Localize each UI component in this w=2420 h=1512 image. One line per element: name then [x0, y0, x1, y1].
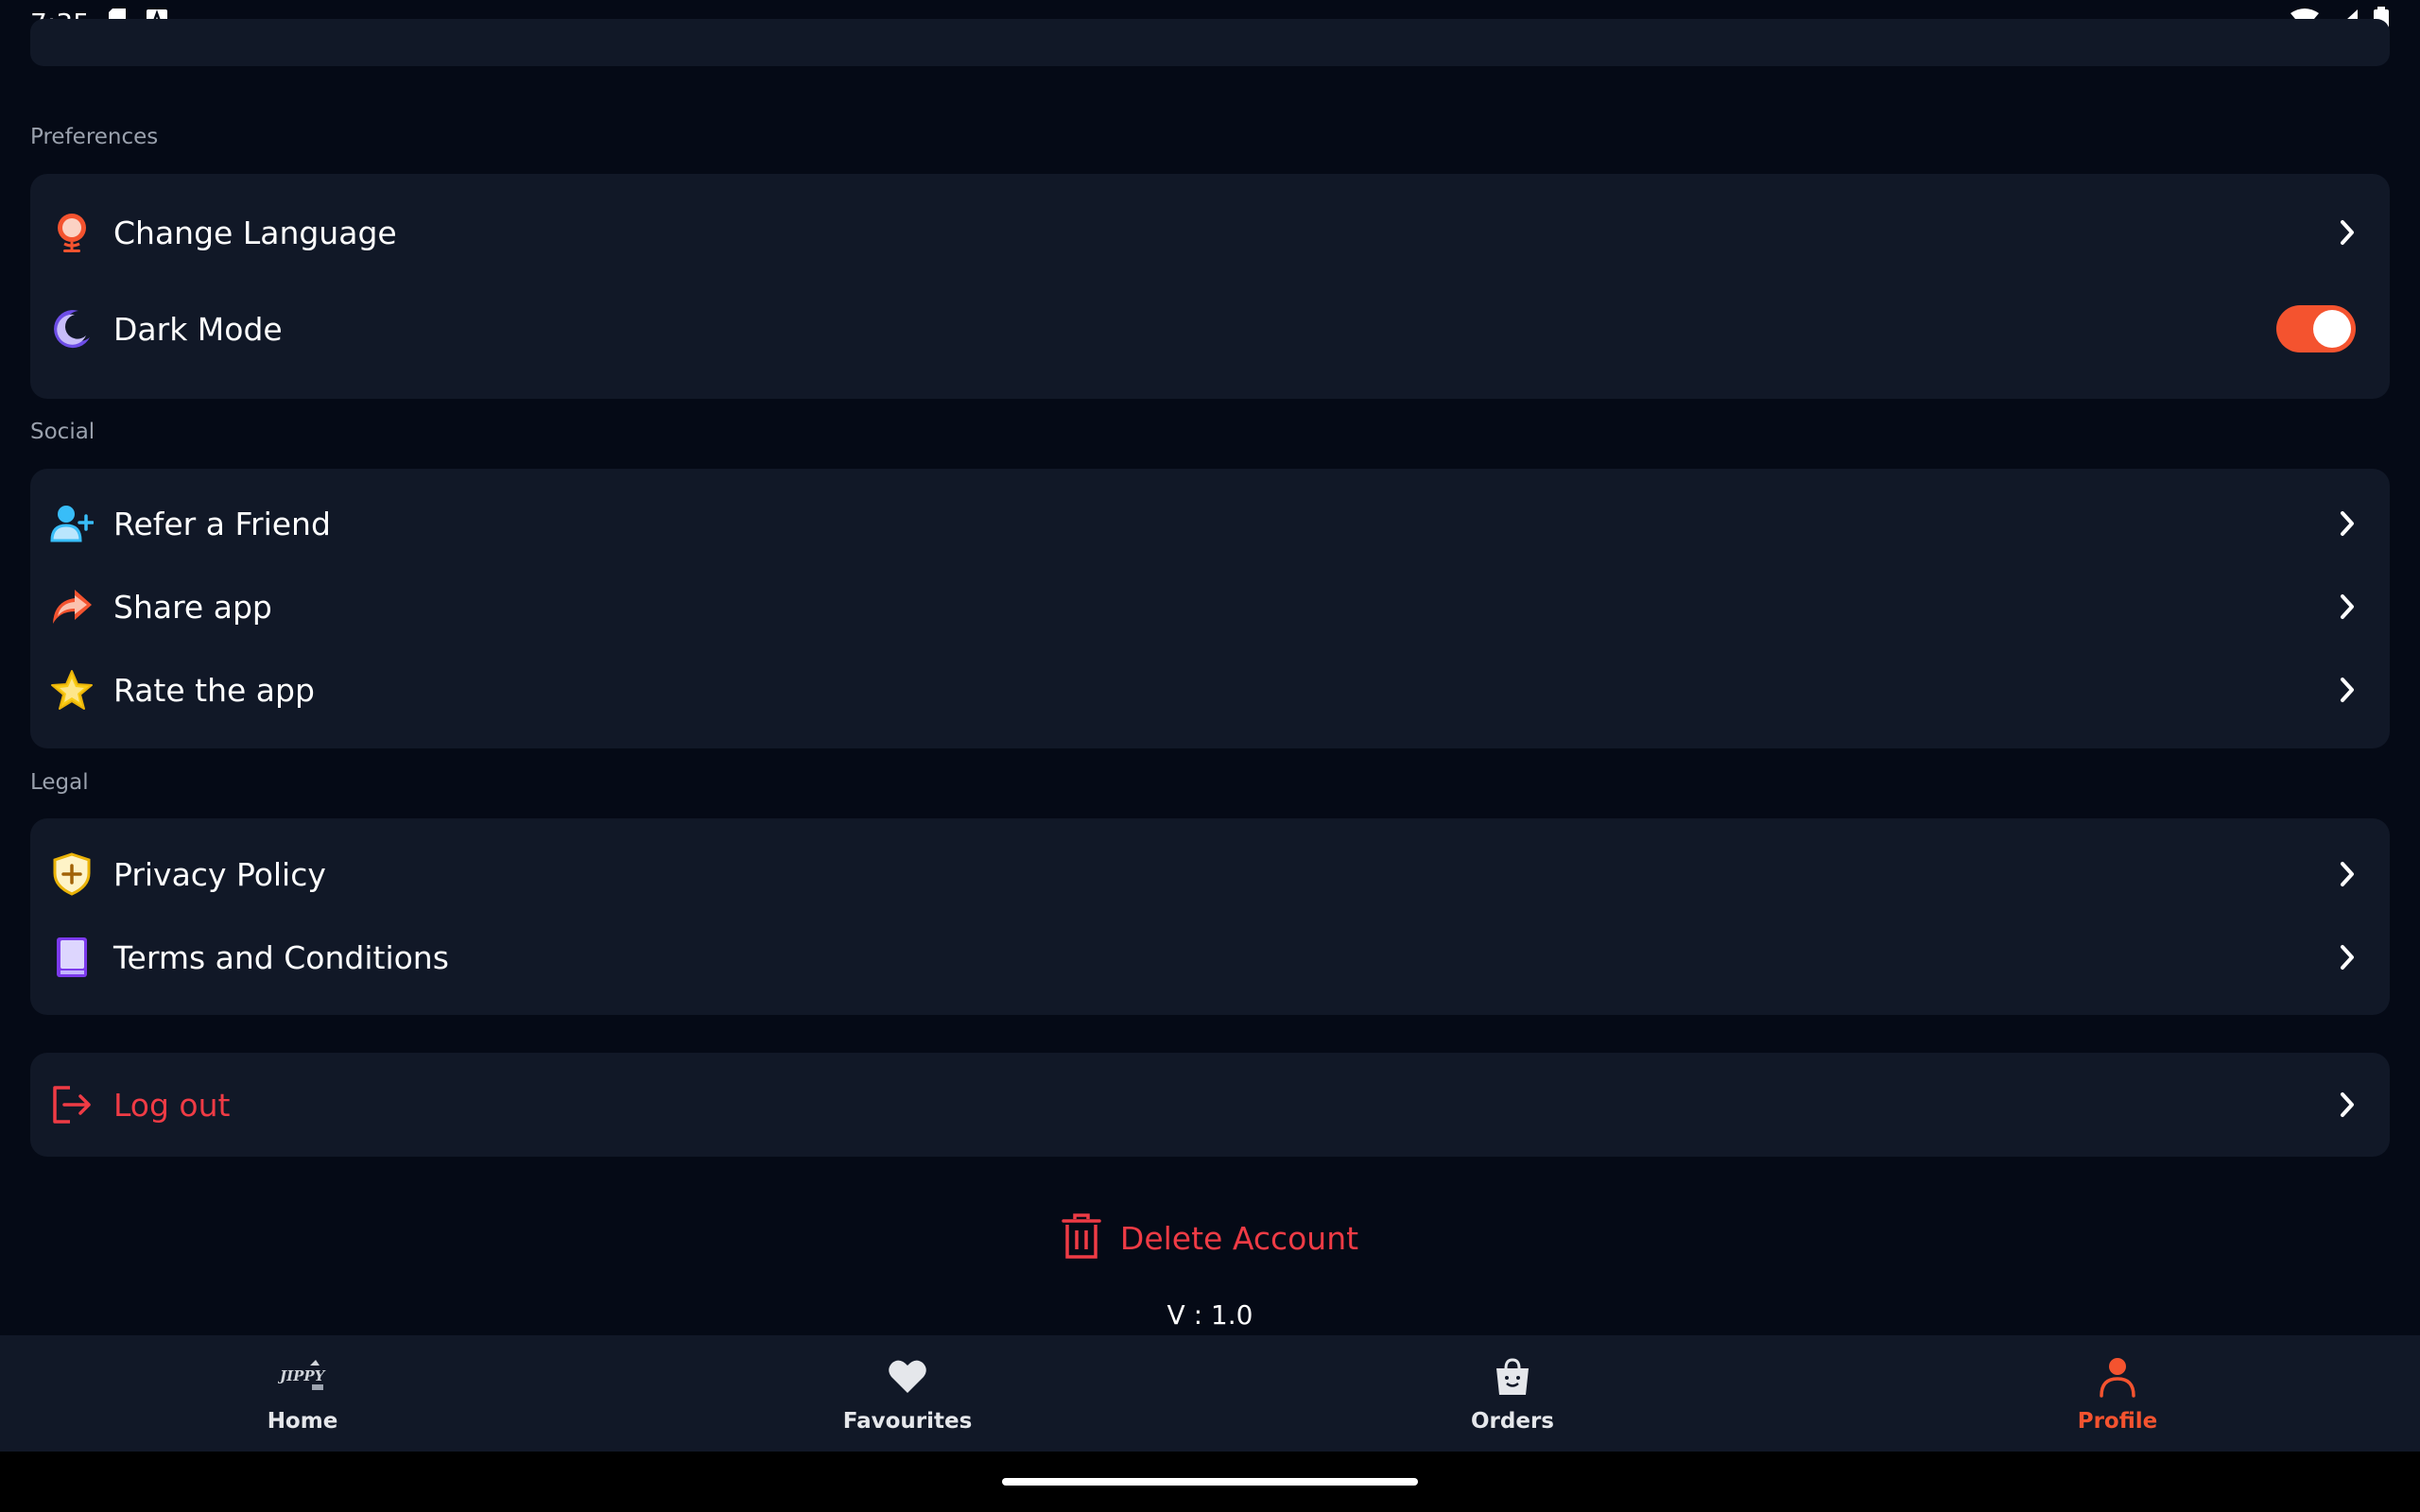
- globe-icon: [49, 210, 95, 255]
- chevron-right-icon: [2333, 507, 2361, 541]
- section-title-preferences: Preferences: [30, 125, 159, 149]
- social-card: Refer a Friend Share app Rate the app: [30, 469, 2390, 748]
- add-user-icon: [49, 501, 95, 546]
- system-gesture-area: [0, 1452, 2420, 1512]
- terms-conditions-row[interactable]: Terms and Conditions: [30, 919, 2390, 995]
- app-version: V : 1.0: [1167, 1299, 1253, 1331]
- logout-label: Log out: [113, 1086, 231, 1124]
- nav-orders-label: Orders: [1471, 1409, 1554, 1434]
- refer-friend-label: Refer a Friend: [113, 505, 331, 542]
- nav-home-label: Home: [267, 1409, 338, 1434]
- legal-card: Privacy Policy Terms and Conditions: [30, 818, 2390, 1015]
- nav-profile-label: Profile: [2077, 1409, 2158, 1434]
- shield-icon: [49, 851, 95, 897]
- share-icon: [49, 584, 95, 629]
- delete-account-label: Delete Account: [1119, 1219, 1359, 1257]
- book-icon: [49, 935, 95, 980]
- bottom-navigation: JIPPY Home Favourites Orders Profile: [0, 1335, 2420, 1452]
- chevron-right-icon: [2333, 1088, 2361, 1122]
- shopping-bag-icon: [1494, 1354, 1531, 1400]
- profile-screen: 7:35 Preferences: [0, 0, 2420, 1512]
- change-language-row[interactable]: Change Language: [30, 195, 2390, 270]
- star-icon: [49, 667, 95, 713]
- toggle-knob: [2313, 310, 2351, 348]
- moon-icon: [49, 306, 95, 352]
- nav-favourites[interactable]: Favourites: [605, 1335, 1210, 1452]
- dark-mode-label: Dark Mode: [113, 310, 283, 348]
- section-title-legal: Legal: [30, 770, 89, 795]
- rate-app-label: Rate the app: [113, 671, 315, 709]
- privacy-policy-row[interactable]: Privacy Policy: [30, 836, 2390, 912]
- delete-account-button[interactable]: Delete Account: [0, 1210, 2420, 1266]
- logout-card: Log out: [30, 1053, 2390, 1157]
- privacy-policy-label: Privacy Policy: [113, 855, 326, 893]
- change-language-label: Change Language: [113, 214, 397, 251]
- nav-profile[interactable]: Profile: [1815, 1335, 2420, 1452]
- home-gesture-handle[interactable]: [1002, 1478, 1418, 1486]
- chevron-right-icon: [2333, 940, 2361, 974]
- chevron-right-icon: [2333, 857, 2361, 891]
- refer-friend-row[interactable]: Refer a Friend: [30, 486, 2390, 561]
- dark-mode-toggle[interactable]: [2276, 305, 2356, 352]
- share-app-label: Share app: [113, 588, 272, 626]
- nav-home[interactable]: JIPPY Home: [0, 1335, 605, 1452]
- rate-app-row[interactable]: Rate the app: [30, 652, 2390, 728]
- chevron-right-icon: [2333, 590, 2361, 624]
- logout-row[interactable]: Log out: [30, 1067, 2390, 1143]
- nav-orders[interactable]: Orders: [1210, 1335, 1815, 1452]
- heart-icon: [888, 1354, 927, 1400]
- dark-mode-row: Dark Mode: [30, 291, 2390, 367]
- share-app-row[interactable]: Share app: [30, 569, 2390, 644]
- preferences-card: Change Language Dark Mode: [30, 174, 2390, 399]
- section-title-social: Social: [30, 420, 95, 444]
- svg-text:JIPPY: JIPPY: [278, 1367, 326, 1384]
- terms-conditions-label: Terms and Conditions: [113, 938, 449, 976]
- trash-icon: [1062, 1213, 1101, 1263]
- logout-icon: [49, 1082, 95, 1127]
- chevron-right-icon: [2333, 215, 2361, 249]
- nav-favourites-label: Favourites: [842, 1409, 973, 1434]
- scrolled-card-edge: [30, 19, 2390, 66]
- jippy-logo-icon: JIPPY: [278, 1354, 327, 1400]
- person-icon: [2099, 1354, 2136, 1400]
- chevron-right-icon: [2333, 673, 2361, 707]
